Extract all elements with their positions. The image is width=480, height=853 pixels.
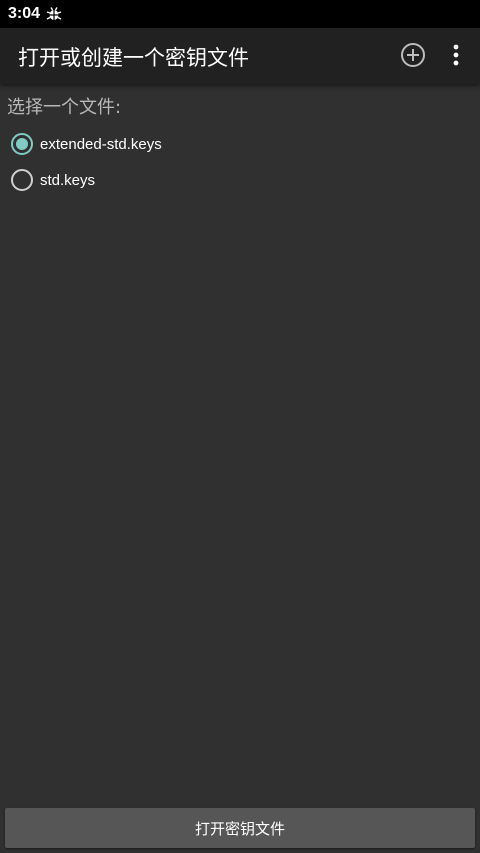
app-bar: 打开或创建一个密钥文件 [0, 28, 480, 84]
add-file-button[interactable] [396, 38, 430, 72]
status-bar: 3:04 [0, 0, 480, 28]
file-option-label: std.keys [40, 171, 96, 189]
page-title: 打开或创建一个密钥文件 [18, 46, 249, 70]
overflow-menu-button[interactable] [444, 38, 468, 72]
bug-icon [46, 6, 62, 22]
file-option-label: extended-std.keys [40, 135, 162, 153]
choose-file-prompt: 选择一个文件: [7, 97, 122, 118]
file-option-extended-std[interactable]: extended-std.keys [0, 126, 480, 162]
more-vertical-icon [453, 44, 459, 66]
radio-checked-icon[interactable] [11, 133, 33, 155]
open-key-file-button[interactable]: 打开密钥文件 [5, 808, 475, 848]
radio-unchecked-icon[interactable] [11, 169, 33, 191]
status-time: 3:04 [8, 5, 41, 22]
file-option-std[interactable]: std.keys [0, 162, 480, 198]
add-circle-icon [401, 43, 425, 67]
file-radio-group: extended-std.keys std.keys [0, 126, 480, 198]
